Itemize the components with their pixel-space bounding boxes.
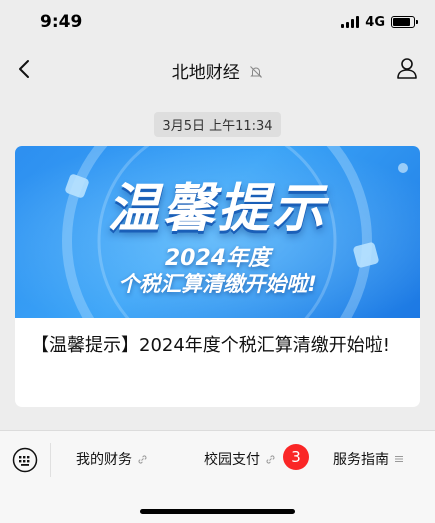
status-time: 9:49: [40, 12, 83, 32]
message-timestamp: 3月5日 上午11:34: [154, 112, 281, 137]
menu-item-campus-pay[interactable]: 校园支付: [204, 448, 276, 470]
status-indicators: 4G: [341, 14, 418, 30]
menu-lines-icon: [395, 456, 403, 462]
menu-item-service-guide[interactable]: 服务指南: [333, 448, 403, 470]
home-indicator[interactable]: [140, 509, 295, 514]
network-type: 4G: [365, 14, 385, 30]
article-card[interactable]: 温馨提示 2024年度 个税汇算清缴开始啦! 【温馨提示】2024年度个税汇算清…: [15, 146, 420, 407]
signal-icon: [341, 16, 360, 28]
menu-item-label: 服务指南: [333, 452, 389, 468]
menu-item-label: 我的财务: [76, 452, 132, 468]
banner-title: 温馨提示: [107, 179, 328, 239]
menu-item-label: 校园支付: [204, 452, 260, 468]
link-icon: [266, 454, 275, 464]
status-bar: 9:49 4G: [0, 0, 435, 46]
article-title[interactable]: 【温馨提示】2024年度个税汇算清缴开始啦!: [31, 332, 404, 360]
menu-item-my-finance[interactable]: 我的财务: [76, 448, 148, 470]
chat-title: 北地财经: [171, 63, 240, 83]
banner-subtitle: 个税汇算清缴开始啦!: [118, 272, 317, 296]
divider: [50, 443, 51, 477]
person-icon[interactable]: [395, 56, 419, 80]
battery-icon: [391, 16, 418, 28]
article-banner: 温馨提示 2024年度 个税汇算清缴开始啦!: [15, 146, 420, 318]
unread-badge: 3: [283, 444, 309, 470]
nav-bar: 北地财经: [0, 46, 435, 92]
timestamp-wrap: 3月5日 上午11:34: [0, 112, 435, 137]
chat-title-wrap: 北地财经: [0, 58, 435, 83]
bell-off-icon: [250, 66, 263, 78]
link-icon: [138, 454, 147, 464]
keyboard-toggle-icon[interactable]: [12, 447, 38, 473]
